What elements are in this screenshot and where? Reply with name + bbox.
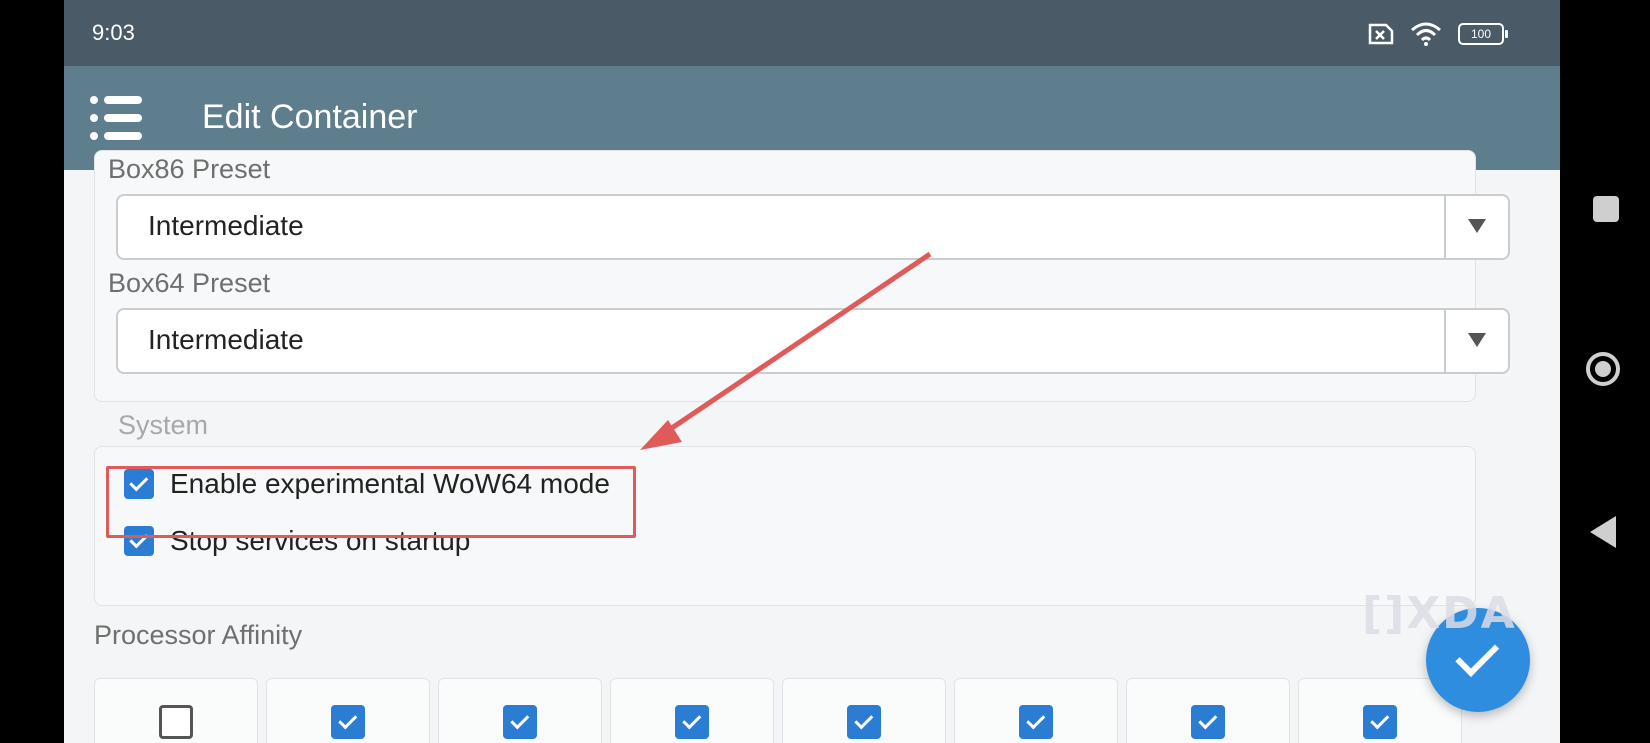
battery-icon: 100 <box>1458 23 1508 45</box>
form-content: Box86 Preset Intermediate Box64 Preset I… <box>64 150 1560 743</box>
left-edge <box>0 0 64 743</box>
recents-icon[interactable] <box>1593 196 1619 222</box>
wifi-icon <box>1411 22 1441 46</box>
no-sim-icon <box>1368 23 1394 45</box>
status-bar: 9:03 100 <box>64 0 1560 66</box>
status-time: 9:03 <box>92 20 135 45</box>
back-icon[interactable] <box>1590 516 1616 548</box>
annotation-arrow <box>640 251 932 450</box>
list-menu-icon[interactable] <box>90 96 142 140</box>
xda-watermark: []XDA <box>1362 588 1517 639</box>
status-icons: 100 <box>1366 22 1508 46</box>
check-icon <box>1455 633 1500 677</box>
app-screen: 9:03 100 Edit Container Box86 Preset Int… <box>64 0 1560 743</box>
page-title: Edit Container <box>202 98 418 136</box>
home-icon[interactable] <box>1586 352 1620 386</box>
